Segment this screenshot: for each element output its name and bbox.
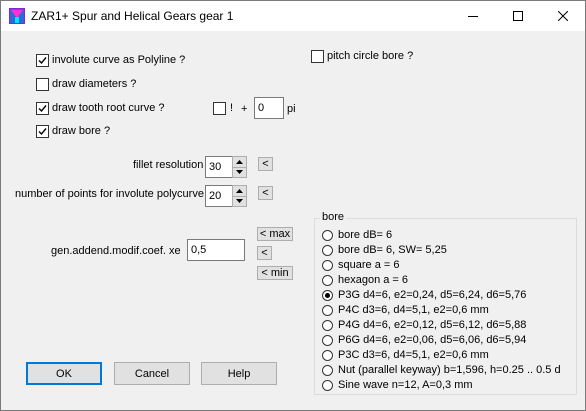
bore-option-label: Sine wave n=12, A=0,3 mm bbox=[338, 379, 473, 391]
spin-down-icon[interactable] bbox=[233, 166, 246, 178]
plus-label: + bbox=[241, 103, 248, 115]
bore-option-label: bore dB= 6 bbox=[338, 229, 393, 241]
close-icon bbox=[557, 11, 568, 21]
draw-diameters-label: draw diameters ? bbox=[52, 78, 137, 90]
pitch-circle-bore-checkbox[interactable] bbox=[311, 50, 324, 63]
bore-option-radio[interactable] bbox=[322, 275, 333, 286]
fillet-resolution-label: fillet resolution bbox=[133, 159, 204, 171]
bore-option-label: P4C d3=6, d4=5,1, e2=0,6 mm bbox=[338, 304, 489, 316]
root-offset-unit: pi bbox=[287, 103, 296, 115]
fillet-resolution-spinner[interactable] bbox=[232, 156, 247, 178]
involute-polyline-checkbox[interactable] bbox=[36, 54, 49, 67]
bore-option-radio[interactable] bbox=[322, 245, 333, 256]
bore-group-title: bore bbox=[320, 211, 347, 223]
draw-bore-label: draw bore ? bbox=[52, 125, 111, 137]
maximize-button[interactable] bbox=[495, 1, 540, 31]
bore-option-label: square a = 6 bbox=[338, 259, 400, 271]
excl-checkbox[interactable] bbox=[213, 102, 226, 115]
bore-option-label: P3G d4=6, e2=0,24, d5=6,24, d6=5,76 bbox=[338, 289, 527, 301]
close-button[interactable] bbox=[540, 1, 585, 31]
involute-points-input[interactable]: 20 bbox=[205, 185, 233, 207]
window-title: ZAR1+ Spur and Helical Gears gear 1 bbox=[31, 9, 234, 23]
bore-option-radio[interactable] bbox=[322, 320, 333, 331]
root-offset-input[interactable]: 0 bbox=[254, 97, 284, 119]
involute-points-spinner[interactable] bbox=[232, 185, 247, 207]
checkmark-icon bbox=[38, 128, 47, 136]
minimize-icon bbox=[467, 16, 478, 17]
involute-points-label: number of points for involute polycurve bbox=[15, 188, 204, 200]
bore-option-radio[interactable] bbox=[322, 380, 333, 391]
fillet-resolution-input[interactable]: 30 bbox=[205, 156, 233, 178]
bore-option-label: P3C d3=6, d4=5,1, e2=0,6 mm bbox=[338, 349, 489, 361]
bore-option-label: P4G d4=6, e2=0,12, d5=6,12, d6=5,88 bbox=[338, 319, 527, 331]
involute-polyline-label: involute curve as Polyline ? bbox=[52, 54, 186, 66]
involute-points-reset-button[interactable]: < bbox=[258, 186, 273, 200]
spin-down-icon[interactable] bbox=[233, 195, 246, 207]
app-icon bbox=[9, 8, 25, 24]
bore-option-radio[interactable] bbox=[322, 350, 333, 361]
draw-diameters-checkbox[interactable] bbox=[36, 78, 49, 91]
bore-option-radio[interactable] bbox=[322, 260, 333, 271]
ok-button[interactable]: OK bbox=[26, 362, 102, 385]
bore-option-label: hexagon a = 6 bbox=[338, 274, 409, 286]
bore-option-label: P6G d4=6, e2=0,06, d5=6,06, d6=5,94 bbox=[338, 334, 527, 346]
dialog-window: ZAR1+ Spur and Helical Gears gear 1 invo… bbox=[0, 0, 586, 411]
pitch-circle-bore-label: pitch circle bore ? bbox=[327, 50, 414, 62]
spin-up-icon[interactable] bbox=[233, 157, 246, 167]
fillet-reset-button[interactable]: < bbox=[258, 157, 273, 171]
bore-option-radio[interactable] bbox=[322, 335, 333, 346]
title-bar: ZAR1+ Spur and Helical Gears gear 1 bbox=[1, 1, 585, 31]
bore-option-radio[interactable] bbox=[322, 365, 333, 376]
radio-dot-icon bbox=[325, 293, 330, 298]
draw-tooth-root-label: draw tooth root curve ? bbox=[52, 102, 165, 114]
checkmark-icon bbox=[38, 105, 47, 113]
addend-coef-label: gen.addend.modif.coef. xe bbox=[51, 245, 181, 257]
draw-tooth-root-checkbox[interactable] bbox=[36, 102, 49, 115]
draw-bore-checkbox[interactable] bbox=[36, 125, 49, 138]
bore-option-label: bore dB= 6, SW= 5,25 bbox=[338, 244, 447, 256]
excl-label: ! bbox=[230, 102, 234, 114]
addend-max-button[interactable]: < max bbox=[257, 227, 293, 241]
bore-option-radio[interactable] bbox=[322, 230, 333, 241]
minimize-button[interactable] bbox=[450, 1, 495, 31]
checkmark-icon bbox=[38, 57, 47, 65]
bore-option-radio[interactable] bbox=[322, 305, 333, 316]
help-button[interactable]: Help bbox=[201, 362, 277, 385]
bore-option-label: Nut (parallel keyway) b=1,596, h=0.25 ..… bbox=[338, 364, 561, 376]
addend-coef-input[interactable]: 0,5 bbox=[187, 239, 245, 261]
addend-min-button[interactable]: < min bbox=[257, 266, 293, 280]
bore-option-radio-selected[interactable] bbox=[322, 290, 333, 301]
cancel-button[interactable]: Cancel bbox=[114, 362, 190, 385]
addend-reset-button[interactable]: < bbox=[257, 246, 272, 260]
spin-up-icon[interactable] bbox=[233, 186, 246, 196]
maximize-icon bbox=[512, 11, 523, 21]
